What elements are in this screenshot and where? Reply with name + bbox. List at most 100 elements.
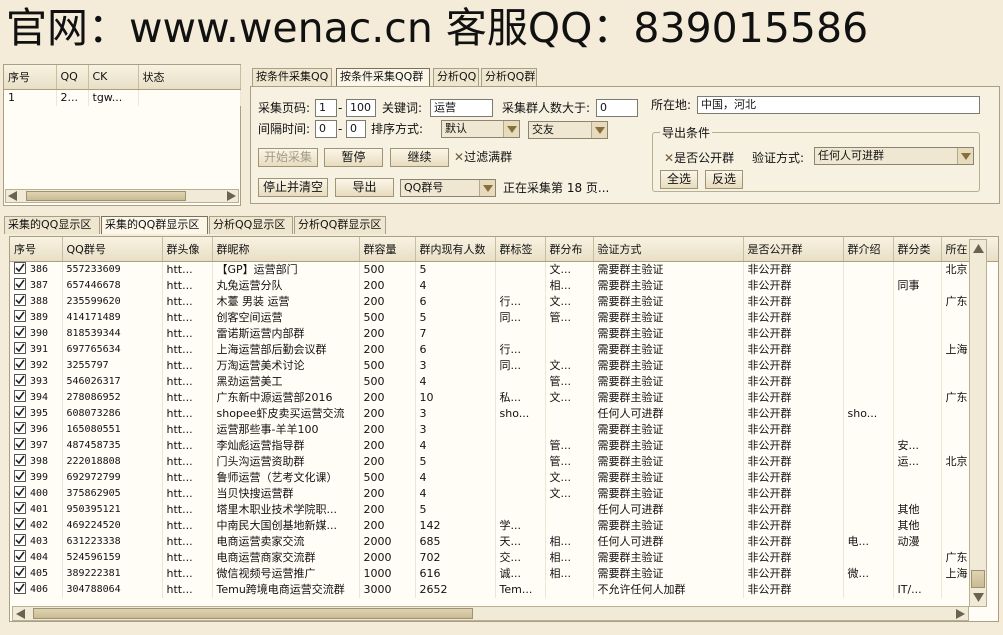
scroll-right-icon[interactable] xyxy=(954,609,966,622)
top-tab[interactable]: 分析QQ群 xyxy=(481,68,537,86)
interval-to-input[interactable]: 0 xyxy=(346,120,366,138)
account-col-header[interactable]: 状态 xyxy=(138,65,241,90)
view-tab[interactable]: 采集的QQ群显示区 xyxy=(101,216,208,234)
dropdown-arrow-icon[interactable] xyxy=(479,180,495,196)
table-col-header[interactable]: 群标签 xyxy=(495,237,546,262)
table-row[interactable]: 390 818539344 htt... 雷诺斯运营内部群 200 7 需要群主验证 非公开群 xyxy=(10,325,998,342)
checkbox-icon[interactable] xyxy=(14,453,26,466)
category-select[interactable]: 交友 xyxy=(528,121,608,139)
table-row[interactable]: 398 222018808 htt... 门头沟运营资助群 200 5 管... 需要群主验证… xyxy=(10,453,998,470)
checkbox-icon[interactable] xyxy=(14,373,26,386)
account-col-header[interactable]: QQ xyxy=(56,65,89,90)
table-row[interactable]: 400 375862905 htt... 当贝快搜运营群 200 4 文... 需要群主验证非… xyxy=(10,485,998,502)
group-table-panel[interactable]: 序号 QQ群号 群头像 群昵称 群容量 群内现有人数 群标签 群分布 验证方式 是否公开群 群介绍群… xyxy=(9,236,999,622)
table-row[interactable]: 389 414171489 htt... 创客空间运营 500 5 同... 管... 需要群主… xyxy=(10,309,998,326)
dropdown-arrow-icon[interactable] xyxy=(591,122,607,138)
top-tab[interactable]: 分析QQ xyxy=(433,68,479,86)
export-type-select[interactable]: QQ群号 xyxy=(400,179,496,197)
dropdown-arrow-icon[interactable] xyxy=(503,121,519,137)
account-row[interactable]: 1 2... tgw... xyxy=(4,89,241,106)
checkbox-icon[interactable] xyxy=(14,549,26,562)
checkbox-icon[interactable] xyxy=(14,405,26,418)
table-vscrollbar[interactable] xyxy=(969,239,987,607)
scroll-left-icon[interactable] xyxy=(15,609,27,622)
scroll-right-icon[interactable] xyxy=(225,191,237,204)
checkbox-icon[interactable] xyxy=(14,469,26,482)
checkbox-icon[interactable] xyxy=(14,517,26,530)
table-col-header[interactable]: QQ群号 xyxy=(62,237,163,262)
checkbox-icon[interactable] xyxy=(14,533,26,546)
table-row[interactable]: 392 3255797 htt... 万淘运营美术讨论 500 3 同... 文... 需要群主… xyxy=(10,357,998,374)
checkbox-icon[interactable] xyxy=(14,325,26,338)
checkbox-icon[interactable] xyxy=(14,501,26,514)
checkbox-icon[interactable] xyxy=(14,389,26,402)
table-row[interactable]: 397 487458735 htt... 李灿彪运营指导群 200 4 管... 需要群主验证… xyxy=(10,437,998,454)
checkbox-icon[interactable] xyxy=(14,421,26,434)
account-list[interactable]: 序号 QQ CK 状态 1 2... tgw... xyxy=(3,64,241,206)
account-col-header[interactable]: 序号 xyxy=(4,65,57,90)
view-tab[interactable]: 采集的QQ显示区 xyxy=(4,216,100,234)
checkbox-icon[interactable] xyxy=(14,565,26,578)
view-tab[interactable]: 分析QQ显示区 xyxy=(209,216,293,234)
scroll-up-icon[interactable] xyxy=(972,242,985,257)
view-tab[interactable]: 分析QQ群显示区 xyxy=(294,216,386,234)
table-row[interactable]: 401 950395121 htt... 塔里木职业技术学院职... 200 5 任何人可进… xyxy=(10,501,998,518)
checkbox-icon[interactable] xyxy=(14,581,26,594)
table-row[interactable]: 402 469224520 htt... 中南民大国创基地新媒... 200 142 学..… xyxy=(10,517,998,534)
scroll-down-icon[interactable] xyxy=(972,592,985,607)
checkbox-icon[interactable] xyxy=(14,357,26,370)
table-col-header[interactable]: 群分布 xyxy=(545,237,594,262)
table-col-header[interactable]: 序号 xyxy=(10,237,63,262)
checkbox-icon[interactable] xyxy=(14,485,26,498)
table-row[interactable]: 406 304788064 htt... Temu跨境电商运营交流群 3000 2652 T… xyxy=(10,581,998,598)
table-col-header[interactable]: 验证方式 xyxy=(593,237,744,262)
table-row[interactable]: 405 389222381 htt... 微信视频号运营推广 1000 616 诚... 相.… xyxy=(10,565,998,582)
page-from-input[interactable]: 1 xyxy=(315,99,337,117)
table-hscroll-thumb[interactable] xyxy=(33,608,473,619)
stop-clear-button[interactable]: 停止并清空 xyxy=(258,178,328,197)
account-list-hscroll-thumb[interactable] xyxy=(26,191,186,201)
table-row[interactable]: 396 165080551 htt... 运营那些事-羊羊100 200 3 需要群主验证非… xyxy=(10,421,998,438)
table-col-header[interactable]: 群介绍 xyxy=(843,237,894,262)
public-group-option[interactable]: ✕是否公开群 xyxy=(664,150,734,166)
table-hscrollbar[interactable] xyxy=(12,606,969,621)
table-col-header[interactable]: 群分类 xyxy=(893,237,942,262)
continue-button[interactable]: 继续 xyxy=(390,148,449,167)
keyword-input[interactable]: 运营 xyxy=(430,99,493,117)
table-row[interactable]: 386 557233609 htt... 【GP】运营部门 500 5 文... 需要群主验证… xyxy=(10,261,998,278)
sort-select[interactable]: 默认 xyxy=(441,120,520,138)
checkbox-icon[interactable] xyxy=(14,277,26,290)
table-row[interactable]: 404 524596159 htt... 电商运营商家交流群 2000 702 交... 相.… xyxy=(10,549,998,566)
checkbox-icon[interactable] xyxy=(14,437,26,450)
checkbox-icon[interactable] xyxy=(14,341,26,354)
table-row[interactable]: 387 657446678 htt... 丸兔运营分队 200 4 相... 需要群主验证 非公… xyxy=(10,277,998,294)
table-col-header[interactable]: 是否公开群 xyxy=(743,237,844,262)
select-all-button[interactable]: 全选 xyxy=(660,170,698,189)
member-gt-input[interactable]: 0 xyxy=(596,99,638,117)
account-col-header[interactable]: CK xyxy=(88,65,139,90)
invert-selection-button[interactable]: 反选 xyxy=(705,170,743,189)
start-collect-button[interactable]: 开始采集 xyxy=(258,148,318,167)
table-row[interactable]: 391 697765634 htt... 上海运营部后勤会议群 200 6 行... 需要群主… xyxy=(10,341,998,358)
table-col-header[interactable]: 群内现有人数 xyxy=(415,237,496,262)
top-tab[interactable]: 按条件采集QQ群 xyxy=(336,68,430,86)
export-button[interactable]: 导出 xyxy=(335,178,394,197)
location-input[interactable]: 中国，河北 xyxy=(697,96,980,114)
table-row[interactable]: 388 235599620 htt... 木薹 男装 运营 200 6 行... 文... 需要… xyxy=(10,293,998,310)
verify-select[interactable]: 任何人可进群 xyxy=(814,147,974,165)
table-vscroll-thumb[interactable] xyxy=(971,570,985,588)
dropdown-arrow-icon[interactable] xyxy=(957,148,973,164)
checkbox-icon[interactable] xyxy=(14,309,26,322)
top-tab[interactable]: 按条件采集QQ xyxy=(252,68,332,86)
checkbox-icon[interactable] xyxy=(14,261,26,274)
interval-from-input[interactable]: 0 xyxy=(315,120,337,138)
filter-full-option[interactable]: ✕过滤满群 xyxy=(454,149,512,165)
pause-button[interactable]: 暂停 xyxy=(324,148,383,167)
scroll-left-icon[interactable] xyxy=(7,191,19,204)
page-to-input[interactable]: 100 xyxy=(346,99,376,117)
table-row[interactable]: 399 692972799 htt... 鲁师运营（艺考文化课） 500 4 文... 需要群… xyxy=(10,469,998,486)
table-row[interactable]: 394 278086952 htt... 广东新中源运营部2016 200 10 私... 文… xyxy=(10,389,998,406)
table-col-header[interactable]: 群头像 xyxy=(162,237,213,262)
table-row[interactable]: 395 608073286 htt... shopee虾皮卖买运营交流 200 3 sho.… xyxy=(10,405,998,422)
table-row[interactable]: 393 546026317 htt... 黑劲运营美工 500 4 管... 需要群主验证 非公… xyxy=(10,373,998,390)
